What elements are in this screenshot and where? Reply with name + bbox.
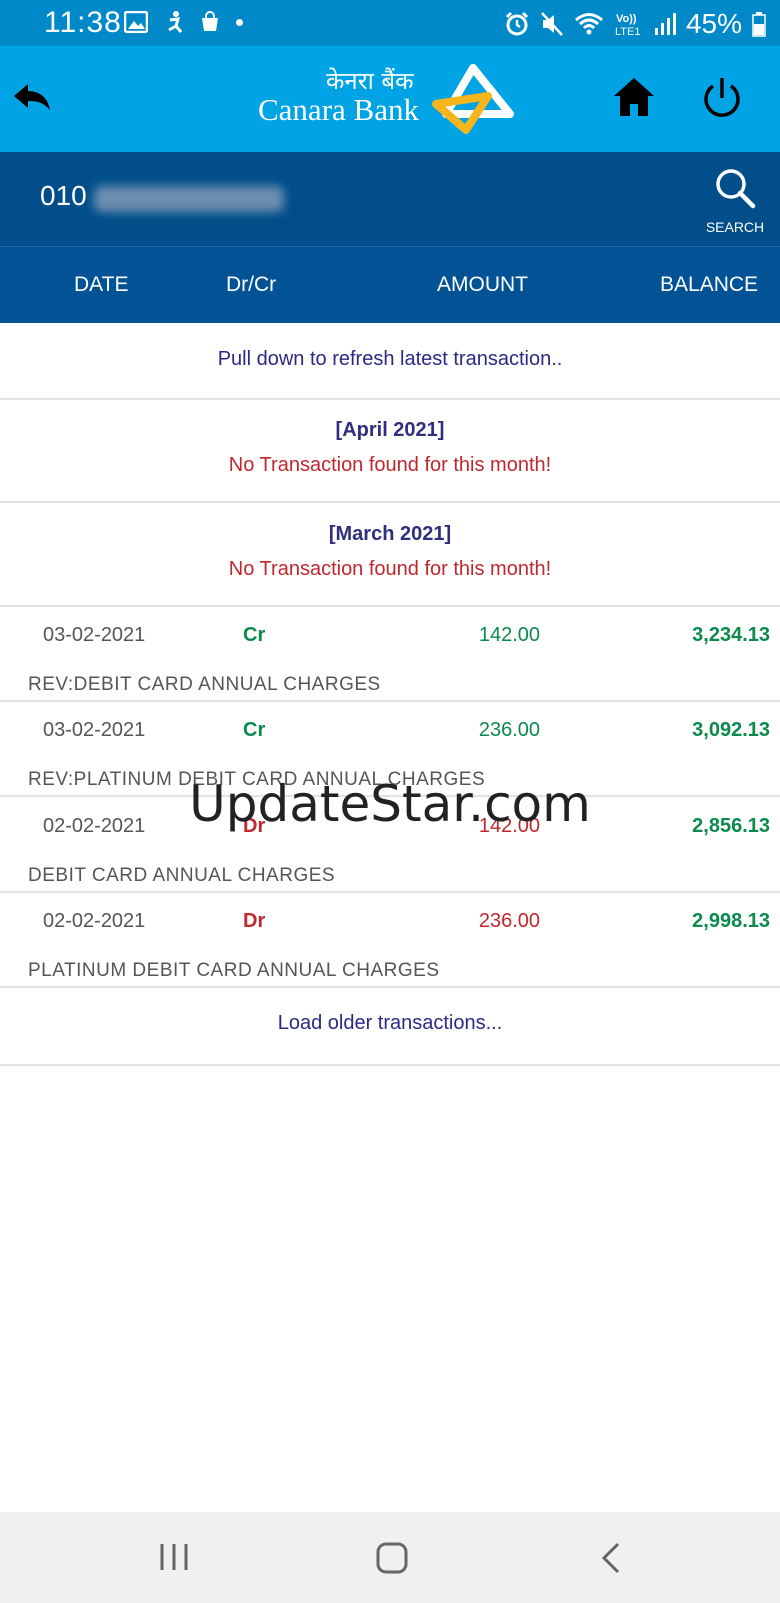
refresh-hint-row: Pull down to refresh latest transaction.… (0, 322, 780, 400)
load-older-button[interactable]: Load older transactions... (0, 986, 780, 1066)
transaction-amount: 142.00 (478, 624, 540, 646)
canara-triangle-logo-icon (432, 64, 514, 134)
shopping-bag-icon (202, 11, 218, 31)
column-amount: AMOUNT (437, 273, 528, 296)
home-nav-button[interactable] (370, 1536, 414, 1580)
transaction-description: DEBIT CARD ANNUAL CHARGES (28, 865, 336, 886)
transaction-amount: 236.00 (478, 719, 540, 741)
month-row: [March 2021] No Transaction found for th… (0, 503, 780, 607)
column-balance: BALANCE (660, 273, 759, 296)
transaction-amount: 236.00 (478, 910, 540, 932)
column-drcr: Dr/Cr (226, 273, 277, 296)
status-bar: 11:38 Vo)) LTE1 45% (0, 0, 780, 46)
transaction-description: REV:DEBIT CARD ANNUAL CHARGES (28, 674, 381, 695)
app-header: केनरा बैंक Canara Bank (0, 46, 780, 152)
transaction-date: 03-02-2021 (43, 624, 146, 646)
month-row: [April 2021] No Transaction found for th… (0, 399, 780, 503)
refresh-hint: Pull down to refresh latest transaction.… (217, 348, 563, 370)
watermark: UpdateStar.com (189, 775, 591, 833)
month-label: [April 2021] (335, 419, 445, 441)
status-time: 11:38 (44, 6, 122, 39)
column-header: DATE Dr/Cr AMOUNT BALANCE (0, 246, 780, 323)
transaction-balance: 3,234.13 (692, 624, 770, 646)
alarm-icon (505, 11, 529, 36)
recent-apps-button[interactable] (152, 1536, 196, 1580)
mute-icon (541, 12, 563, 36)
account-number: 010 (40, 180, 87, 211)
status-right-icons: Vo)) LTE1 45% (504, 8, 766, 40)
svg-text:Vo)): Vo)) (616, 13, 637, 25)
home-icon (614, 78, 654, 116)
notification-dot-icon (236, 18, 243, 26)
search-label: SEARCH (705, 219, 765, 235)
transaction-balance: 3,092.13 (692, 719, 770, 741)
account-bar: 010 SEARCH (0, 152, 780, 246)
transaction-row[interactable]: 02-02-2021 Dr 236.00 2,998.13 PLATINUM D… (0, 892, 780, 988)
home-button[interactable] (610, 74, 658, 122)
month-label: [March 2021] (328, 523, 452, 545)
recent-apps-icon (160, 1544, 188, 1570)
column-date: DATE (74, 273, 129, 296)
bank-name: Canara Bank (258, 92, 419, 127)
battery-percent: 45% (685, 8, 742, 39)
transaction-type: Cr (243, 719, 266, 741)
power-icon (704, 78, 740, 117)
no-transaction-message: No Transaction found for this month! (228, 558, 552, 580)
chevron-left-icon (601, 1542, 620, 1574)
transaction-date: 02-02-2021 (43, 910, 146, 932)
search-icon (716, 169, 756, 209)
transaction-balance: 2,998.13 (692, 910, 770, 932)
transaction-row[interactable]: 03-02-2021 Cr 142.00 3,234.13 REV:DEBIT … (0, 606, 780, 702)
battery-icon (752, 12, 766, 37)
status-left-icons (124, 10, 243, 34)
signal-icon (654, 13, 676, 35)
svg-text:LTE1: LTE1 (615, 26, 640, 37)
transaction-type: Dr (243, 910, 266, 932)
accessibility-icon (168, 11, 183, 33)
home-nav-icon (376, 1542, 408, 1574)
transaction-description: PLATINUM DEBIT CARD ANNUAL CHARGES (28, 960, 440, 981)
volte-icon: Vo))LTE1 (615, 13, 640, 37)
system-nav-bar (0, 1512, 780, 1603)
load-older-label: Load older transactions... (277, 1012, 503, 1034)
transaction-date: 03-02-2021 (43, 719, 146, 741)
back-arrow-icon (14, 84, 50, 110)
account-number-masked (94, 186, 284, 212)
back-nav-button[interactable] (590, 1536, 634, 1580)
logout-button[interactable] (700, 74, 744, 122)
gallery-icon (124, 11, 148, 33)
search-button[interactable]: SEARCH (702, 166, 768, 236)
back-button[interactable] (10, 76, 54, 120)
wifi-icon (574, 13, 603, 35)
transaction-type: Cr (243, 624, 266, 646)
no-transaction-message: No Transaction found for this month! (228, 454, 552, 476)
canara-bank-logo: केनरा बैंक Canara Bank (258, 64, 520, 144)
